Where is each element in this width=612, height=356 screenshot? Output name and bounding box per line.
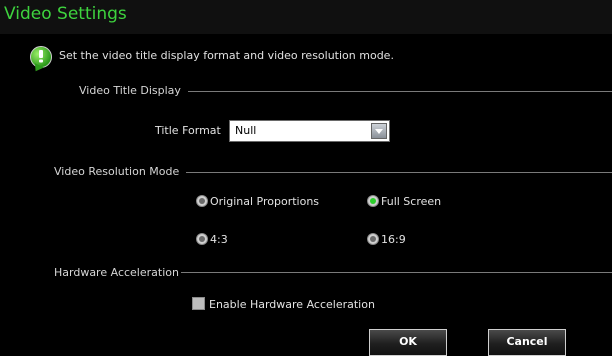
group-divider — [181, 272, 612, 273]
title-bar: Video Settings — [0, 0, 612, 34]
title-format-label: Title Format — [155, 124, 221, 137]
radio-label-full-screen: Full Screen — [381, 195, 442, 208]
video-resolution-mode-group-label: Video Resolution Mode — [54, 165, 180, 178]
radio-16-9[interactable] — [367, 233, 379, 245]
video-title-display-group-label: Video Title Display — [79, 84, 181, 97]
title-format-select[interactable]: Null — [229, 120, 390, 142]
hint-text: Set the video title display format and v… — [59, 49, 394, 62]
hardware-acceleration-checkbox-label: Enable Hardware Acceleration — [209, 298, 375, 311]
radio-full-screen[interactable] — [367, 195, 379, 207]
hardware-acceleration-checkbox[interactable] — [192, 297, 205, 310]
group-divider — [186, 172, 612, 173]
radio-original-proportions[interactable] — [196, 195, 208, 207]
radio-label-16-9: 16:9 — [381, 233, 406, 246]
group-divider — [188, 91, 612, 92]
title-format-value: Null — [235, 124, 257, 137]
page-title: Video Settings — [4, 4, 127, 24]
info-bubble-icon — [30, 46, 52, 68]
radio-label-4-3: 4:3 — [210, 233, 228, 246]
video-settings-panel: Video Settings Set the video title displ… — [0, 0, 612, 356]
radio-4-3[interactable] — [196, 233, 208, 245]
chevron-down-icon[interactable] — [371, 123, 387, 139]
ok-button[interactable]: OK — [369, 329, 447, 356]
radio-label-original-proportions: Original Proportions — [210, 195, 320, 208]
cancel-button[interactable]: Cancel — [488, 329, 566, 356]
hardware-acceleration-group-label: Hardware Acceleration — [54, 266, 179, 279]
